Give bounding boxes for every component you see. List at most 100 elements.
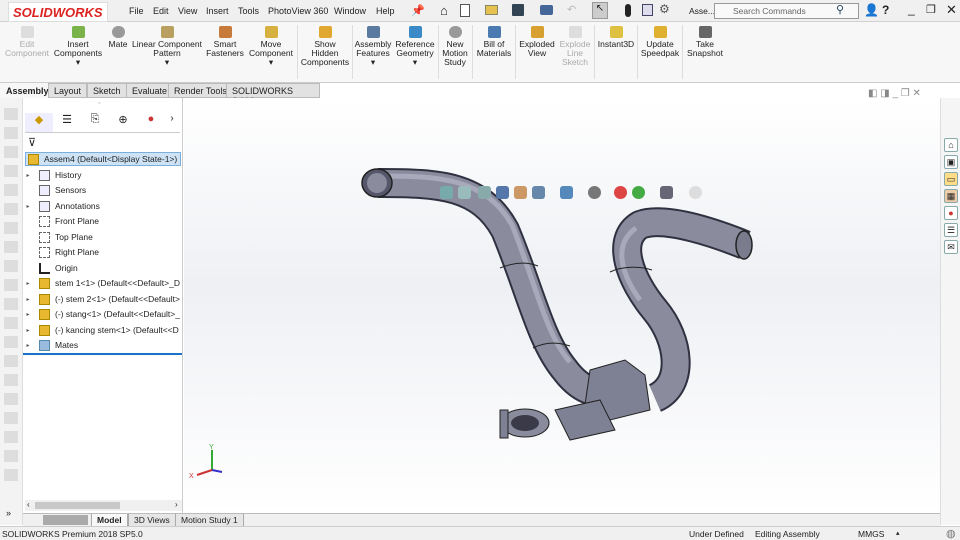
forum-icon[interactable]: ✉ — [944, 240, 958, 254]
rollback-bar[interactable] — [23, 353, 182, 355]
expand-arrow[interactable]: ▸ — [23, 203, 33, 210]
move-component-button[interactable]: Move Component ▾ — [248, 26, 294, 67]
propertymanager-tab-icon[interactable]: ☰ — [53, 113, 81, 132]
view-settings-icon[interactable] — [660, 186, 673, 199]
update-speedpak-button[interactable]: Update Speedpak — [640, 26, 680, 58]
tab-assembly[interactable]: Assembly — [0, 83, 55, 98]
tree-item-right-plane[interactable]: Right Plane — [23, 245, 99, 259]
display-style-icon[interactable] — [560, 186, 573, 199]
insert-components-button[interactable]: Insert Components ▾ — [52, 26, 104, 67]
menu-help[interactable]: Help — [376, 6, 395, 16]
viewport-window-controls[interactable]: ◧ ◨ _ ❐ ✕ — [868, 88, 921, 99]
linear-component-pattern-button[interactable]: Linear Component Pattern ▾ — [132, 26, 202, 67]
assembly-features-button[interactable]: Assembly Features ▾ — [354, 26, 392, 67]
edit-component-button[interactable]: Edit Component — [5, 26, 49, 58]
mate-button[interactable]: Mate — [106, 26, 130, 49]
section-view-icon[interactable] — [496, 186, 509, 199]
hide-show-icon[interactable] — [588, 186, 601, 199]
expand-arrow[interactable]: ▸ — [23, 342, 33, 349]
tree-item-origin[interactable]: Origin — [23, 261, 78, 275]
home-icon[interactable]: ⌂ — [440, 3, 448, 18]
bill-of-materials-button[interactable]: Bill of Materials — [475, 26, 513, 58]
more-tabs-chevron-icon[interactable]: › — [165, 113, 179, 132]
menu-tools[interactable]: Tools — [238, 6, 259, 16]
tree-item-history[interactable]: ▸ History — [23, 168, 81, 182]
pin-icon[interactable]: 📌 — [411, 4, 425, 17]
zoom-area-icon[interactable] — [458, 186, 471, 199]
save-icon[interactable] — [512, 4, 524, 16]
collapse-chevron-icon[interactable]: » — [6, 508, 11, 518]
undo-icon[interactable]: ↶ — [567, 3, 576, 16]
display-manager-tab-icon[interactable]: ● — [137, 113, 165, 132]
tree-item-sensors[interactable]: Sensors — [23, 183, 86, 197]
user-icon[interactable]: 👤 — [864, 3, 879, 17]
tree-item-component[interactable]: ▸ (-) stang<1> (Default<<Default>_ — [23, 307, 180, 321]
view-orientation-icon[interactable] — [532, 186, 545, 199]
print-icon[interactable] — [540, 5, 553, 15]
rebuild-icon[interactable] — [625, 4, 631, 17]
tree-item-component[interactable]: ▸ stem 1<1> (Default<<Default>_D — [23, 276, 180, 290]
zoom-to-fit-icon[interactable] — [440, 186, 453, 199]
horizontal-scrollbar[interactable]: ‹ › — [25, 500, 182, 511]
expand-arrow[interactable]: ▸ — [23, 280, 33, 287]
menu-view[interactable]: View — [178, 6, 197, 16]
expand-arrow[interactable]: ▸ — [23, 296, 33, 303]
exploded-view-button[interactable]: Exploded View — [517, 26, 557, 58]
options-gear-icon[interactable]: ⚙ — [659, 2, 670, 16]
file-explorer-icon[interactable]: ▭ — [944, 172, 958, 186]
tree-item-component[interactable]: ▸ (-) stem 2<1> (Default<<Default> — [23, 292, 180, 306]
tab-evaluate[interactable]: Evaluate — [126, 83, 174, 98]
menu-edit[interactable]: Edit — [153, 6, 169, 16]
units-selector[interactable]: MMGS — [858, 529, 884, 539]
scrollbar-thumb[interactable] — [35, 502, 120, 509]
tree-item-component[interactable]: ▸ (-) kancing stem<1> (Default<<D — [23, 323, 179, 337]
expand-arrow[interactable]: ▸ — [23, 311, 33, 318]
solidworks-resources-icon[interactable]: ⌂ — [944, 138, 958, 152]
file-properties-icon[interactable] — [642, 4, 653, 16]
realview-icon[interactable] — [689, 186, 702, 199]
help-icon[interactable]: ? — [882, 3, 889, 17]
explode-line-sketch-button[interactable]: Explode Line Sketch — [558, 26, 592, 67]
smart-fasteners-button[interactable]: Smart Fasteners — [204, 26, 246, 58]
tree-item-mates[interactable]: ▸ Mates — [23, 338, 78, 352]
tree-item-front-plane[interactable]: Front Plane — [23, 214, 99, 228]
dimxpert-tab-icon[interactable]: ⊕ — [109, 113, 137, 132]
handlebar-model[interactable]: Y X — [184, 98, 940, 513]
select-icon[interactable]: ↖ — [592, 2, 608, 19]
menu-window[interactable]: Window — [334, 6, 366, 16]
tab-sketch[interactable]: Sketch — [87, 83, 127, 98]
minimize-icon[interactable]: _ — [908, 2, 915, 16]
tab-layout[interactable]: Layout — [48, 83, 88, 98]
tree-item-annotations[interactable]: ▸ Annotations — [23, 199, 100, 213]
dynamic-annotation-icon[interactable] — [514, 186, 527, 199]
tree-item-top-plane[interactable]: Top Plane — [23, 230, 93, 244]
filter-icon[interactable]: ⊽ — [28, 136, 36, 149]
tree-root-assembly[interactable]: Assem4 (Default<Display State-1>) — [25, 152, 182, 166]
show-hidden-components-button[interactable]: Show Hidden Components — [300, 26, 350, 67]
expand-arrow[interactable]: ▸ — [23, 172, 33, 179]
design-library-icon[interactable]: ▣ — [944, 155, 958, 169]
take-snapshot-button[interactable]: Take Snapshot — [685, 26, 725, 58]
splitter-handle[interactable]: ◦ — [98, 100, 100, 107]
restore-icon[interactable]: ❐ — [926, 3, 936, 16]
menu-insert[interactable]: Insert — [206, 6, 229, 16]
configurationmanager-tab-icon[interactable]: ⎘ — [81, 113, 109, 132]
customize-status-icon[interactable]: ◍ — [946, 527, 956, 540]
menu-photoview[interactable]: PhotoView 360 — [268, 6, 328, 16]
open-icon[interactable] — [485, 5, 498, 15]
edit-appearance-icon[interactable] — [614, 186, 627, 199]
graphics-area[interactable]: Y X ◧ ◨ _ ❐ ✕ — [184, 88, 940, 513]
menu-file[interactable]: File — [129, 6, 144, 16]
tab-scroll-arrows[interactable] — [43, 515, 88, 525]
units-dropdown-icon[interactable]: ▴ — [896, 529, 900, 537]
reference-geometry-button[interactable]: Reference Geometry ▾ — [394, 26, 436, 67]
instant3d-button[interactable]: Instant3D — [597, 26, 635, 49]
appearances-icon[interactable]: ● — [944, 206, 958, 220]
tab-render-tools[interactable]: Render Tools — [168, 83, 233, 98]
close-icon[interactable]: ✕ — [946, 2, 957, 18]
custom-properties-icon[interactable]: ☰ — [944, 223, 958, 237]
new-document-icon[interactable] — [460, 4, 470, 17]
new-motion-study-button[interactable]: New Motion Study — [440, 26, 470, 67]
apply-scene-icon[interactable] — [632, 186, 645, 199]
search-icon[interactable]: ⚲ — [836, 3, 844, 16]
